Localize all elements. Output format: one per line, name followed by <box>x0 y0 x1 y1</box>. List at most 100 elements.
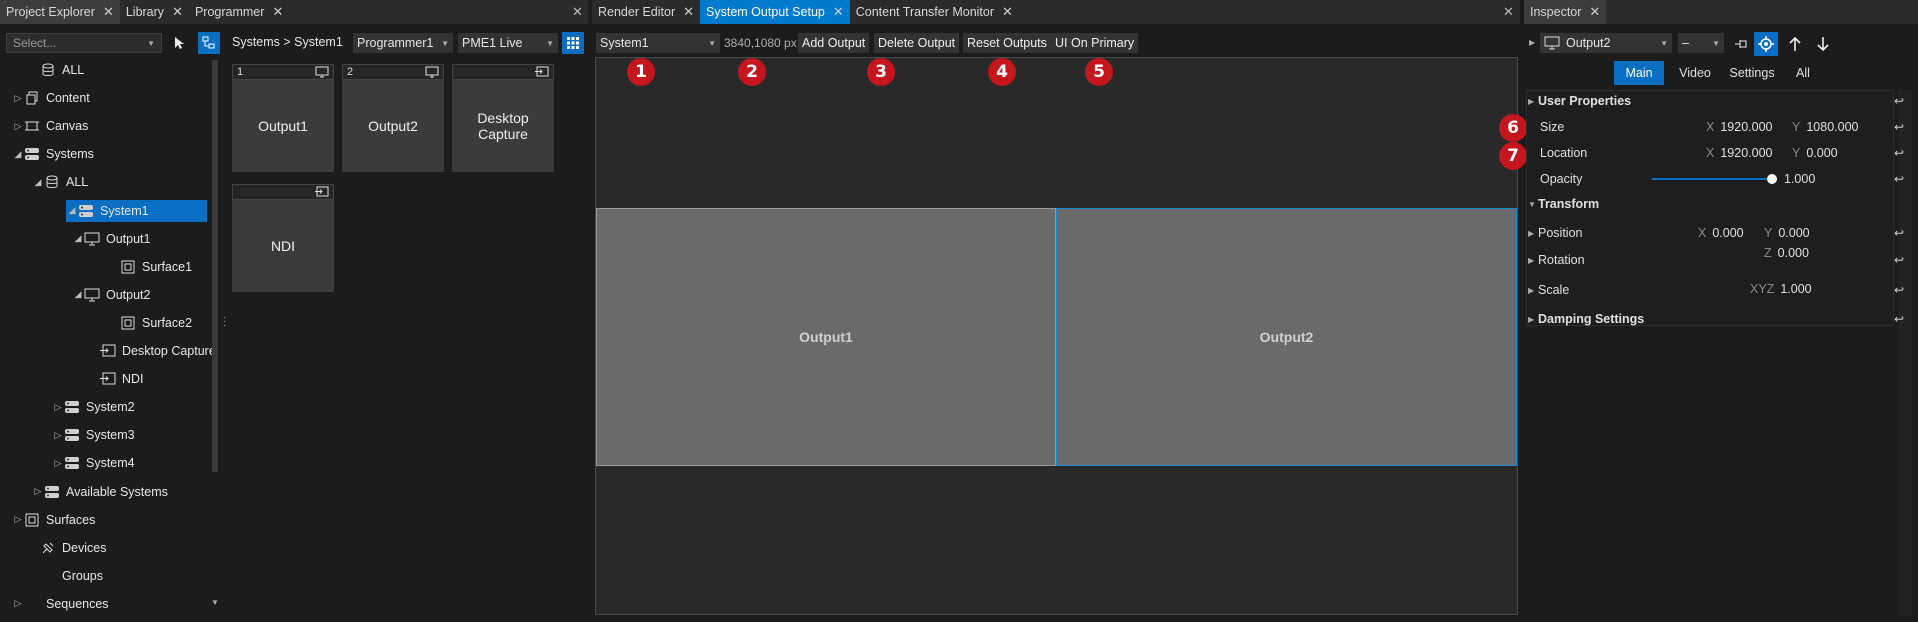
tab-project-explorer[interactable]: Project Explorer ✕ <box>0 0 120 24</box>
tree-item[interactable]: ◢ Systems <box>2 143 94 165</box>
system-select[interactable]: System1 ▼ <box>596 33 720 53</box>
tree-item[interactable]: ▷ Available Systems <box>2 481 168 503</box>
tree-item[interactable]: ▷ System3 <box>2 424 135 446</box>
tree-item[interactable]: ▷ Sequences <box>2 593 109 615</box>
tab-content-transfer-monitor[interactable]: Content Transfer Monitor ✕ <box>850 0 1019 24</box>
pointer-icon[interactable] <box>170 33 190 53</box>
user-properties-header[interactable]: ▶ User Properties ↩ <box>1528 89 1904 113</box>
close-icon[interactable]: ✕ <box>833 4 844 20</box>
live-select[interactable]: PME1 Live ▼ <box>458 33 558 53</box>
tree-item[interactable]: ◢ Output2 <box>2 284 151 306</box>
grid-view-icon[interactable] <box>562 32 584 54</box>
tab-programmer[interactable]: Programmer ✕ <box>189 0 289 24</box>
tree-item[interactable]: Surface1 <box>2 256 192 278</box>
close-icon[interactable]: ✕ <box>572 4 583 20</box>
expand-arrow-icon[interactable]: ◢ <box>12 149 24 160</box>
tree-item[interactable]: ▷ Content <box>2 87 90 109</box>
opacity-slider-thumb[interactable] <box>1767 174 1777 184</box>
scale-value[interactable]: 1.000 <box>1780 282 1811 296</box>
scroll-down-icon[interactable]: ▼ <box>211 598 219 607</box>
opacity-value[interactable]: 1.000 <box>1784 172 1815 186</box>
expand-arrow-icon[interactable]: ◢ <box>32 177 44 188</box>
expand-arrow-icon[interactable]: ▷ <box>52 458 64 469</box>
expand-arrow-icon[interactable]: ▶ <box>1528 256 1538 265</box>
object-select[interactable]: Output2 ▼ <box>1540 33 1672 53</box>
subtab-all[interactable]: All <box>1786 61 1820 85</box>
size-y-value[interactable]: 1080.000 <box>1806 120 1858 134</box>
tree-item[interactable]: ALL <box>2 59 84 81</box>
close-icon[interactable]: ✕ <box>172 4 183 20</box>
tree-item[interactable]: Groups <box>2 565 103 587</box>
expand-arrow-icon[interactable]: ▶ <box>1529 38 1535 47</box>
output1-box[interactable]: Output1 <box>596 208 1056 466</box>
close-icon[interactable]: ✕ <box>272 4 283 20</box>
tree-item[interactable]: Surface2 <box>2 312 192 334</box>
position-x-value[interactable]: 0.000 <box>1712 226 1743 240</box>
reset-icon[interactable]: ↩ <box>1894 312 1904 326</box>
reset-icon[interactable]: ↩ <box>1894 120 1904 134</box>
tree-item[interactable]: Desktop Capture <box>2 340 216 362</box>
reset-icon[interactable]: ↩ <box>1894 283 1904 297</box>
ndi-card[interactable]: NDI <box>232 184 334 292</box>
expand-arrow-icon[interactable]: ▶ <box>1528 229 1538 238</box>
tree-item[interactable]: ◢ System1 <box>66 199 207 222</box>
expand-arrow-icon[interactable]: ▷ <box>12 598 24 609</box>
splitter-handle[interactable]: · · · <box>223 313 226 331</box>
expand-arrow-icon[interactable]: ◢ <box>66 205 78 216</box>
subtab-settings[interactable]: Settings <box>1724 61 1780 85</box>
reset-outputs-button[interactable]: Reset Outputs <box>963 33 1051 53</box>
location-y-value[interactable]: 0.000 <box>1806 146 1837 160</box>
ui-on-primary-button[interactable]: UI On Primary <box>1051 33 1139 53</box>
position-y-value[interactable]: 0.000 <box>1778 226 1809 240</box>
location-x-value[interactable]: 1920.000 <box>1720 146 1772 160</box>
subtab-video[interactable]: Video <box>1672 61 1718 85</box>
subtab-main[interactable]: Main <box>1614 61 1664 85</box>
reset-icon[interactable]: ↩ <box>1894 172 1904 186</box>
delete-output-button[interactable]: Delete Output <box>874 33 960 53</box>
expand-arrow-icon[interactable]: ▷ <box>52 430 64 441</box>
desktop-capture-card[interactable]: Desktop Capture <box>452 64 554 172</box>
pin-icon[interactable] <box>1730 33 1752 55</box>
reset-icon[interactable]: ↩ <box>1894 226 1904 240</box>
expand-arrow-icon[interactable]: ▶ <box>1528 286 1538 295</box>
output2-box[interactable]: Output2 <box>1056 208 1517 466</box>
search-input[interactable]: Select... ▼ <box>6 33 162 53</box>
expand-arrow-icon[interactable]: ◢ <box>72 289 84 300</box>
tree-item[interactable]: ◢ ALL <box>2 171 89 193</box>
expand-arrow-icon[interactable]: ▷ <box>32 486 44 497</box>
output-card-1[interactable]: 1 Output1 <box>232 64 334 172</box>
tab-render-editor[interactable]: Render Editor ✕ <box>592 0 700 24</box>
tree-item[interactable]: ▷ Canvas <box>2 115 89 137</box>
size-x-value[interactable]: 1920.000 <box>1720 120 1772 134</box>
tab-inspector[interactable]: Inspector ✕ <box>1524 0 1607 24</box>
tab-system-output-setup[interactable]: System Output Setup ✕ <box>700 0 850 24</box>
tab-library[interactable]: Library ✕ <box>120 0 189 24</box>
arrow-up-icon[interactable] <box>1784 33 1806 55</box>
close-icon[interactable]: ✕ <box>1503 4 1514 20</box>
expand-arrow-icon[interactable]: ▷ <box>12 93 24 104</box>
target-icon[interactable] <box>1754 32 1778 56</box>
rotation-z-value[interactable]: 0.000 <box>1778 246 1809 260</box>
output-card-2[interactable]: 2 Output2 <box>342 64 444 172</box>
expand-arrow-icon[interactable]: ▷ <box>12 121 24 132</box>
tree-link-icon[interactable] <box>198 32 220 54</box>
close-icon[interactable]: ✕ <box>1002 4 1013 20</box>
opacity-slider-track[interactable] <box>1652 178 1772 180</box>
close-icon[interactable]: ✕ <box>103 4 114 20</box>
tree-item[interactable]: NDI <box>2 368 144 390</box>
reset-icon[interactable]: ↩ <box>1894 146 1904 160</box>
damping-settings-header[interactable]: ▶ Damping Settings ↩ <box>1528 307 1904 331</box>
tree-item[interactable]: ▷ System4 <box>2 452 135 474</box>
add-output-button[interactable]: Add Output <box>798 33 870 53</box>
mode-select[interactable]: – ▼ <box>1678 33 1724 53</box>
expand-arrow-icon[interactable]: ▷ <box>52 402 64 413</box>
arrow-down-icon[interactable] <box>1812 33 1834 55</box>
expand-arrow-icon[interactable]: ◢ <box>72 233 84 244</box>
programmer-select[interactable]: Programmer1 ▼ <box>353 33 453 53</box>
reset-icon[interactable]: ↩ <box>1894 253 1904 267</box>
tree-item[interactable]: ◢ Output1 <box>2 228 151 250</box>
expand-arrow-icon[interactable]: ▷ <box>12 514 24 525</box>
tree-scrollbar[interactable] <box>212 60 218 472</box>
reset-icon[interactable]: ↩ <box>1894 94 1904 108</box>
close-icon[interactable]: ✕ <box>1589 4 1600 20</box>
